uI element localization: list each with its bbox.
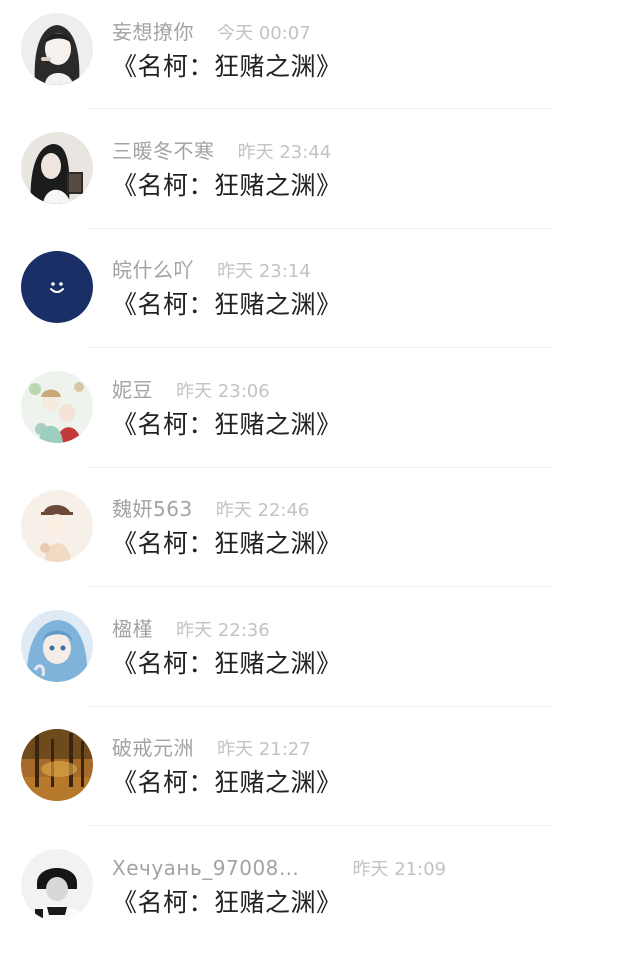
comment-text: 《名柯：狂赌之渊》 [112,52,342,81]
timestamp: 昨天 21:27 [217,739,311,760]
comment-text: 《名柯：狂赌之渊》 [112,768,342,797]
comment-meta: 魏妍563 昨天 22:46 [112,495,309,523]
comment-text: 《名柯：狂赌之渊》 [112,649,342,678]
girl-sketch-avatar[interactable] [21,13,93,85]
timestamp: 昨天 23:14 [217,261,311,282]
comment-meta: 楹槿 昨天 22:36 [112,615,270,643]
username[interactable]: 皖什么吖 [112,258,194,282]
comment-item[interactable]: 妮豆 昨天 23:06 《名柯：狂赌之渊》 [0,358,640,477]
timestamp: 昨天 22:36 [176,620,270,641]
comment-item[interactable]: 皖什么吖 昨天 23:14 《名柯：狂赌之渊》 [0,238,640,357]
girl-reading-avatar[interactable] [21,132,93,204]
comment-meta: 三暖冬不寒 昨天 23:44 [112,137,331,165]
anime-flowers-avatar[interactable] [21,371,93,443]
comment-item[interactable]: 妄想撩你 今天 00:07 《名柯：狂赌之渊》 [0,0,640,119]
comment-item[interactable]: 魏妍563 昨天 22:46 《名柯：狂赌之渊》 [0,477,640,596]
comment-text: 《名柯：狂赌之渊》 [112,290,342,319]
username[interactable]: 破戒元洲 [112,736,194,760]
username[interactable]: 妄想撩你 [112,20,194,44]
username[interactable]: 魏妍563 [112,497,193,521]
divider [88,586,552,587]
comment-text: 《名柯：狂赌之渊》 [112,171,342,200]
comment-meta: 皖什么吖 昨天 23:14 [112,256,311,284]
divider [88,347,552,348]
divider [88,228,552,229]
comment-text: 《名柯：狂赌之渊》 [112,529,342,558]
comment-item[interactable]: 破戒元洲 昨天 21:27 《名柯：狂赌之渊》 [0,716,640,835]
comment-meta: 破戒元洲 昨天 21:27 [112,734,311,762]
comment-text: 《名柯：狂赌之渊》 [112,410,342,439]
username[interactable]: 三暖冬不寒 [112,139,215,163]
timestamp: 昨天 22:46 [215,500,310,521]
autumn-forest-avatar[interactable] [21,729,93,801]
comment-item[interactable]: 三暖冬不寒 昨天 23:44 《名柯：狂赌之渊》 [0,119,640,238]
comment-text: 《名柯：狂赌之渊》 [112,888,342,917]
username[interactable]: 楹槿 [112,617,153,641]
comment-meta: 妮豆 昨天 23:06 [112,376,270,404]
comment-item[interactable]: Хечуань_97008… 昨天 21:09 《名柯：狂赌之渊》 [0,836,640,955]
comment-list: 妄想撩你 今天 00:07 《名柯：狂赌之渊》 三暖冬不寒 昨天 23:44 《… [0,0,640,944]
divider [88,467,552,468]
divider [88,825,552,826]
username[interactable]: Хечуань_97008… [112,856,299,880]
comment-meta: Хечуань_97008… 昨天 21:09 [112,854,446,882]
smiley-navy-avatar[interactable] [21,251,93,323]
anime-blue-hair-avatar[interactable] [21,610,93,682]
timestamp: 今天 00:07 [217,23,311,44]
divider [88,706,552,707]
timestamp: 昨天 21:09 [352,859,447,880]
timestamp: 昨天 23:44 [237,142,332,163]
comment-meta: 妄想撩你 今天 00:07 [112,18,311,46]
hoodie-man-avatar[interactable] [21,849,93,921]
timestamp: 昨天 23:06 [176,381,270,402]
comment-item[interactable]: 楹槿 昨天 22:36 《名柯：狂赌之渊》 [0,597,640,716]
username[interactable]: 妮豆 [112,378,153,402]
cartoon-girl-avatar[interactable] [21,490,93,562]
divider [88,108,552,109]
